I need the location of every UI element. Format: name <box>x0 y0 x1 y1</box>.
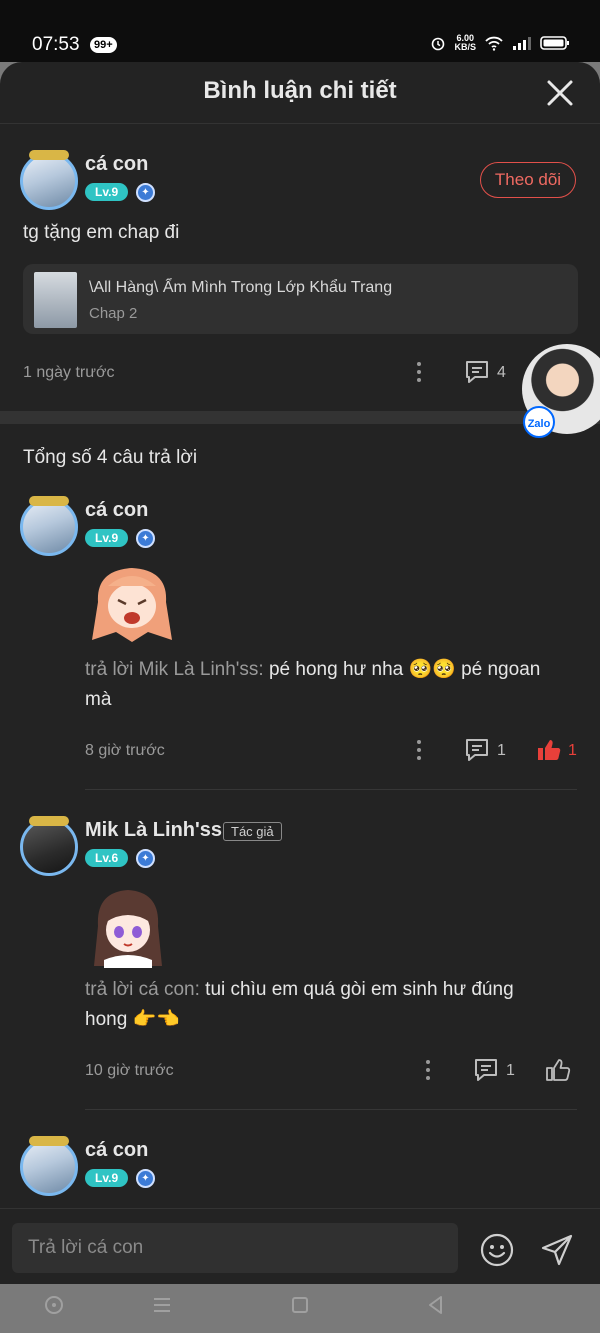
level-badge: Lv.9 <box>85 183 129 201</box>
status-time: 07:53 <box>32 34 80 55</box>
notification-count-badge: 99+ <box>90 37 117 53</box>
reply-icon[interactable] <box>464 360 490 384</box>
reply-input-bar <box>0 1208 600 1284</box>
avatar-frame-ornament <box>29 1136 69 1146</box>
reply-text: trả lời cá con: tui chìu em quá gòi em s… <box>85 975 514 1005</box>
comment-detail-sheet: Bình luận chi tiết cá con Lv.9 ✦ Theo dõ… <box>0 62 600 1284</box>
back-icon[interactable] <box>425 1294 447 1316</box>
wifi-icon <box>485 36 503 51</box>
anime-sticker-image <box>92 568 172 642</box>
level-badge: Lv.9 <box>85 1169 129 1187</box>
reply-author-name[interactable]: cá con <box>85 499 148 522</box>
close-icon[interactable] <box>546 79 574 107</box>
section-divider <box>0 411 600 424</box>
comment-timestamp: 1 ngày trước <box>23 364 115 381</box>
follow-button[interactable]: Theo dõi <box>480 162 576 198</box>
like-icon[interactable] <box>536 738 562 762</box>
status-icons: 6.00 KB/S <box>430 34 570 52</box>
menu-icon[interactable] <box>151 1294 173 1316</box>
reply-author-name[interactable]: cá con <box>85 1139 148 1162</box>
more-options-icon[interactable] <box>416 362 422 384</box>
more-options-icon[interactable] <box>425 1060 431 1082</box>
avatar-frame-ornament <box>29 816 69 826</box>
emoji-icon[interactable] <box>480 1233 514 1267</box>
verified-badge-icon: ✦ <box>136 183 155 202</box>
like-icon[interactable] <box>545 1058 571 1082</box>
reply-count: 4 <box>497 364 506 381</box>
reply-count: 1 <box>506 1062 515 1079</box>
reply-text-line1: tui chìu em quá gòi em sinh hư đúng <box>205 979 514 1000</box>
net-speed-unit: KB/S <box>454 42 476 52</box>
sheet-title: Bình luận chi tiết <box>203 77 397 104</box>
like-count: 1 <box>568 742 577 759</box>
reply-to-prefix: trả lời Mik Là Linh'ss: <box>85 659 269 680</box>
chapter-thumbnail <box>34 272 77 328</box>
avatar-frame-ornament <box>29 150 69 160</box>
chapter-card[interactable]: \All Hàng\ Ẩm Mình Trong Lớp Khẩu Trang … <box>23 264 578 334</box>
avatar-frame-ornament <box>29 496 69 506</box>
status-bar: 07:53 99+ 6.00 KB/S <box>0 0 600 62</box>
more-options-icon[interactable] <box>416 740 422 762</box>
battery-icon <box>540 36 569 50</box>
home-icon[interactable] <box>289 1294 311 1316</box>
assistant-icon[interactable] <box>43 1294 65 1316</box>
reply-input[interactable] <box>12 1223 458 1273</box>
reply-separator <box>85 789 577 790</box>
level-badge: Lv.6 <box>85 849 129 867</box>
avatar[interactable] <box>20 498 78 556</box>
reply-timestamp: 10 giờ trước <box>85 1062 174 1079</box>
avatar[interactable] <box>20 818 78 876</box>
zalo-badge[interactable]: Zalo <box>523 406 555 438</box>
reply-icon[interactable] <box>464 738 490 762</box>
comment-text: tg tặng em chap đi <box>23 222 180 243</box>
system-navigation-bar <box>0 1284 600 1333</box>
level-badge: Lv.9 <box>85 529 129 547</box>
reply-to-prefix: trả lời cá con: <box>85 979 206 1000</box>
reply-text-line2: mà <box>85 689 112 710</box>
sheet-header: Bình luận chi tiết <box>0 62 600 124</box>
signal-icon <box>513 37 531 50</box>
total-replies-label: Tổng số 4 câu trả lời <box>23 447 198 468</box>
net-speed: 6.00 KB/S <box>454 34 476 52</box>
verified-badge-icon: ✦ <box>136 529 155 548</box>
verified-badge-icon: ✦ <box>136 1169 155 1188</box>
chapter-title: \All Hàng\ Ẩm Mình Trong Lớp Khẩu Trang <box>89 279 393 296</box>
reply-text-line1: pé hong hư nha 🥺🥺 pé ngoan <box>268 659 541 680</box>
reply-text-line2: hong 👉👈 <box>85 1009 180 1030</box>
chapter-number: Chap 2 <box>89 305 138 322</box>
reply-timestamp: 8 giờ trước <box>85 742 165 759</box>
avatar[interactable] <box>20 1138 78 1196</box>
send-icon[interactable] <box>540 1233 574 1267</box>
author-tag: Tác giả <box>223 822 282 841</box>
reply-separator <box>85 1109 577 1110</box>
commenter-name[interactable]: cá con <box>85 153 148 176</box>
reply-count: 1 <box>497 742 506 759</box>
reply-author-name[interactable]: Mik Là Linh'ss <box>85 819 222 842</box>
alarm-icon <box>432 37 445 51</box>
anime-sticker-image <box>94 890 162 968</box>
reply-icon[interactable] <box>473 1058 499 1082</box>
verified-badge-icon: ✦ <box>136 849 155 868</box>
avatar[interactable] <box>20 152 78 210</box>
reply-text: trả lời Mik Là Linh'ss: pé hong hư nha 🥺… <box>85 655 540 685</box>
